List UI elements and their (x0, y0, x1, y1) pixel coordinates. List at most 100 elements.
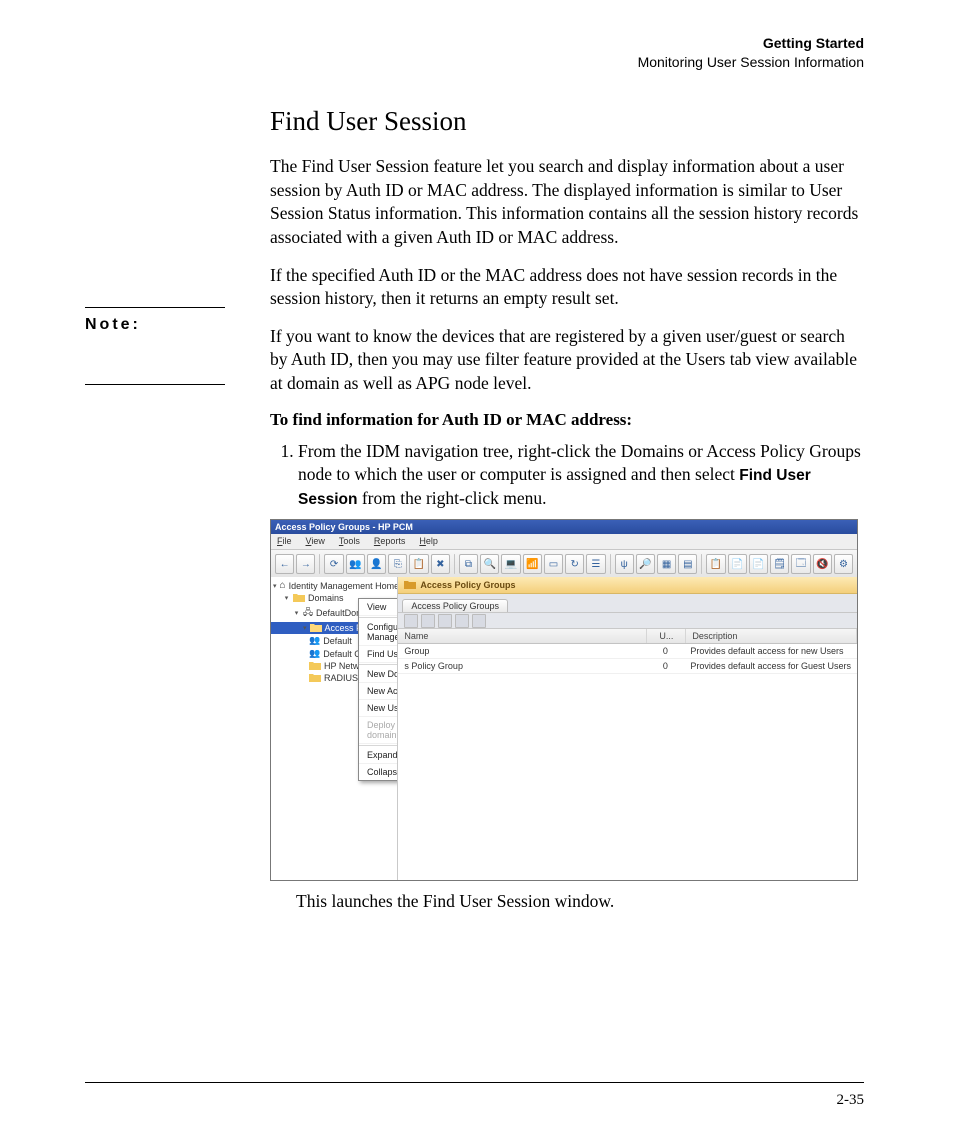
gear-icon[interactable]: ⚙ (834, 554, 853, 574)
context-menu-item[interactable]: Expand (359, 747, 398, 764)
folder-icon (309, 661, 321, 671)
menu-view[interactable]: View (306, 534, 325, 549)
search-icon[interactable]: 🔎 (636, 554, 655, 574)
mini-toolbar-button[interactable] (421, 614, 435, 628)
context-menu-item: Deploy current policy to this domain (359, 717, 398, 744)
context-menu-item[interactable]: New Access Policy Group... (359, 683, 398, 700)
devices-icon[interactable]: 💻 (501, 554, 520, 574)
menu-file[interactable]: File (277, 534, 292, 549)
procedure-step-1: From the IDM navigation tree, right-clic… (298, 440, 864, 511)
switch-icon[interactable]: ⧉ (459, 554, 478, 574)
breadcrumb-bar: Access Policy Groups (398, 577, 857, 594)
back-icon[interactable]: ← (275, 554, 294, 574)
usb-icon[interactable]: ψ (615, 554, 634, 574)
running-header: Getting Started Monitoring User Session … (638, 34, 864, 72)
toolbar-separator (454, 554, 455, 574)
cell-users: 0 (646, 659, 684, 673)
paste-icon[interactable]: 📋 (409, 554, 428, 574)
cell-description: Provides default access for Guest Users (684, 659, 857, 673)
table-row[interactable]: s Policy Group0Provides default access f… (398, 659, 857, 674)
chevron-down-icon: ▾ (293, 609, 300, 617)
cell-name: s Policy Group (398, 659, 646, 673)
menu-separator (359, 617, 398, 618)
header-line1: Getting Started (638, 34, 864, 53)
table-header: Name U... Description (398, 629, 857, 644)
step1-post: from the right-click menu. (357, 488, 546, 508)
menu-tools[interactable]: Tools (339, 534, 360, 549)
doc2-icon[interactable]: 📄 (749, 554, 768, 574)
cell-users: 0 (646, 644, 684, 658)
mute-icon[interactable]: 🔇 (813, 554, 832, 574)
menu-reports[interactable]: Reports (374, 534, 406, 549)
context-menu-item[interactable]: Configure Identity Management... (359, 619, 398, 646)
refresh-icon[interactable]: ⟳ (324, 554, 343, 574)
tree-item-label: Default (323, 636, 352, 646)
navigation-tree: ▾ ⌂ Identity Management Home ▾ Domains ▾… (271, 577, 398, 880)
context-menu-item[interactable]: New User... (359, 700, 398, 717)
col-users[interactable]: U... (647, 629, 686, 643)
tabs-bar: Access Policy Groups (398, 594, 857, 613)
mini-toolbar-button[interactable] (455, 614, 469, 628)
delete-icon[interactable]: ✖ (431, 554, 450, 574)
procedure-list: From the IDM navigation tree, right-clic… (270, 440, 864, 511)
footer-rule (85, 1082, 864, 1083)
intro-paragraph-1: The Find User Session feature let you se… (270, 155, 864, 250)
chevron-down-icon: ▾ (273, 582, 277, 590)
stack-icon[interactable]: ☰ (586, 554, 605, 574)
app-titlebar: Access Policy Groups - HP PCM (271, 520, 857, 534)
procedure-heading: To find information for Auth ID or MAC a… (270, 410, 864, 430)
mini-toolbar (398, 613, 857, 629)
menu-separator (359, 664, 398, 665)
col-description[interactable]: Description (686, 629, 857, 643)
grid-icon[interactable]: ▦ (657, 554, 676, 574)
table-row[interactable]: Group0Provides default access for new Us… (398, 644, 857, 659)
after-figure-text: This launches the Find User Session wind… (296, 891, 864, 912)
sync-icon[interactable]: ↻ (565, 554, 584, 574)
content-pane: Access Policy Groups Access Policy Group… (398, 577, 857, 880)
context-menu-item[interactable]: View (359, 599, 398, 616)
data-table: Name U... Description Group0Provides def… (398, 629, 857, 880)
app-toolbar: ←→⟳👥👤⎘📋✖⧉🔍💻📶▭↻☰ψ🔎▦▤📋📄📄🗒🗔🔇⚙ (271, 550, 857, 579)
tree-root[interactable]: ▾ ⌂ Identity Management Home (271, 579, 397, 592)
user-icon[interactable]: 👤 (367, 554, 386, 574)
page-number: 2-35 (837, 1092, 865, 1109)
window-icon[interactable]: 🗔 (791, 554, 810, 574)
context-menu-item[interactable]: New Domain... (359, 666, 398, 683)
doc-icon[interactable]: 📄 (728, 554, 747, 574)
app-menubar: File View Tools Reports Help (271, 534, 857, 550)
mini-toolbar-button[interactable] (404, 614, 418, 628)
mini-toolbar-button[interactable] (472, 614, 486, 628)
mini-toolbar-button[interactable] (438, 614, 452, 628)
col-name[interactable]: Name (398, 629, 647, 643)
menu-separator (359, 745, 398, 746)
context-menu-item[interactable]: Collapse (359, 764, 398, 780)
port-icon[interactable]: ▭ (544, 554, 563, 574)
clipboard-icon[interactable]: 📋 (706, 554, 725, 574)
wifi-icon[interactable]: 📶 (523, 554, 542, 574)
note-icon[interactable]: 🗒 (770, 554, 789, 574)
users-icon[interactable]: 👥 (346, 554, 365, 574)
tree-domains-label: Domains (308, 593, 344, 603)
copy-icon[interactable]: ⎘ (388, 554, 407, 574)
folder-icon (404, 580, 416, 590)
home-icon: ⌂ (280, 580, 286, 591)
chevron-down-icon: ▾ (303, 624, 307, 632)
table-icon[interactable]: ▤ (678, 554, 697, 574)
context-menu-item[interactable]: Find User Session... (359, 646, 398, 663)
group-icon: 👥 (309, 648, 320, 659)
note-rule-bottom (85, 384, 225, 385)
context-menu: View Configure Identity Management...Find… (358, 598, 398, 781)
toolbar-separator (701, 554, 702, 574)
breadcrumb-text: Access Policy Groups (420, 580, 515, 590)
group-icon: 👥 (309, 635, 320, 646)
cell-description: Provides default access for new Users (684, 644, 857, 658)
note-rule-top (85, 307, 225, 308)
find-icon[interactable]: 🔍 (480, 554, 499, 574)
header-line2: Monitoring User Session Information (638, 53, 864, 72)
forward-icon[interactable]: → (296, 554, 315, 574)
tab-label: Access Policy Groups (411, 601, 499, 611)
intro-paragraph-2: If the specified Auth ID or the MAC addr… (270, 264, 864, 311)
tab-access-policy-groups[interactable]: Access Policy Groups (402, 599, 508, 612)
section-heading: Find User Session (270, 106, 864, 137)
menu-help[interactable]: Help (419, 534, 438, 549)
